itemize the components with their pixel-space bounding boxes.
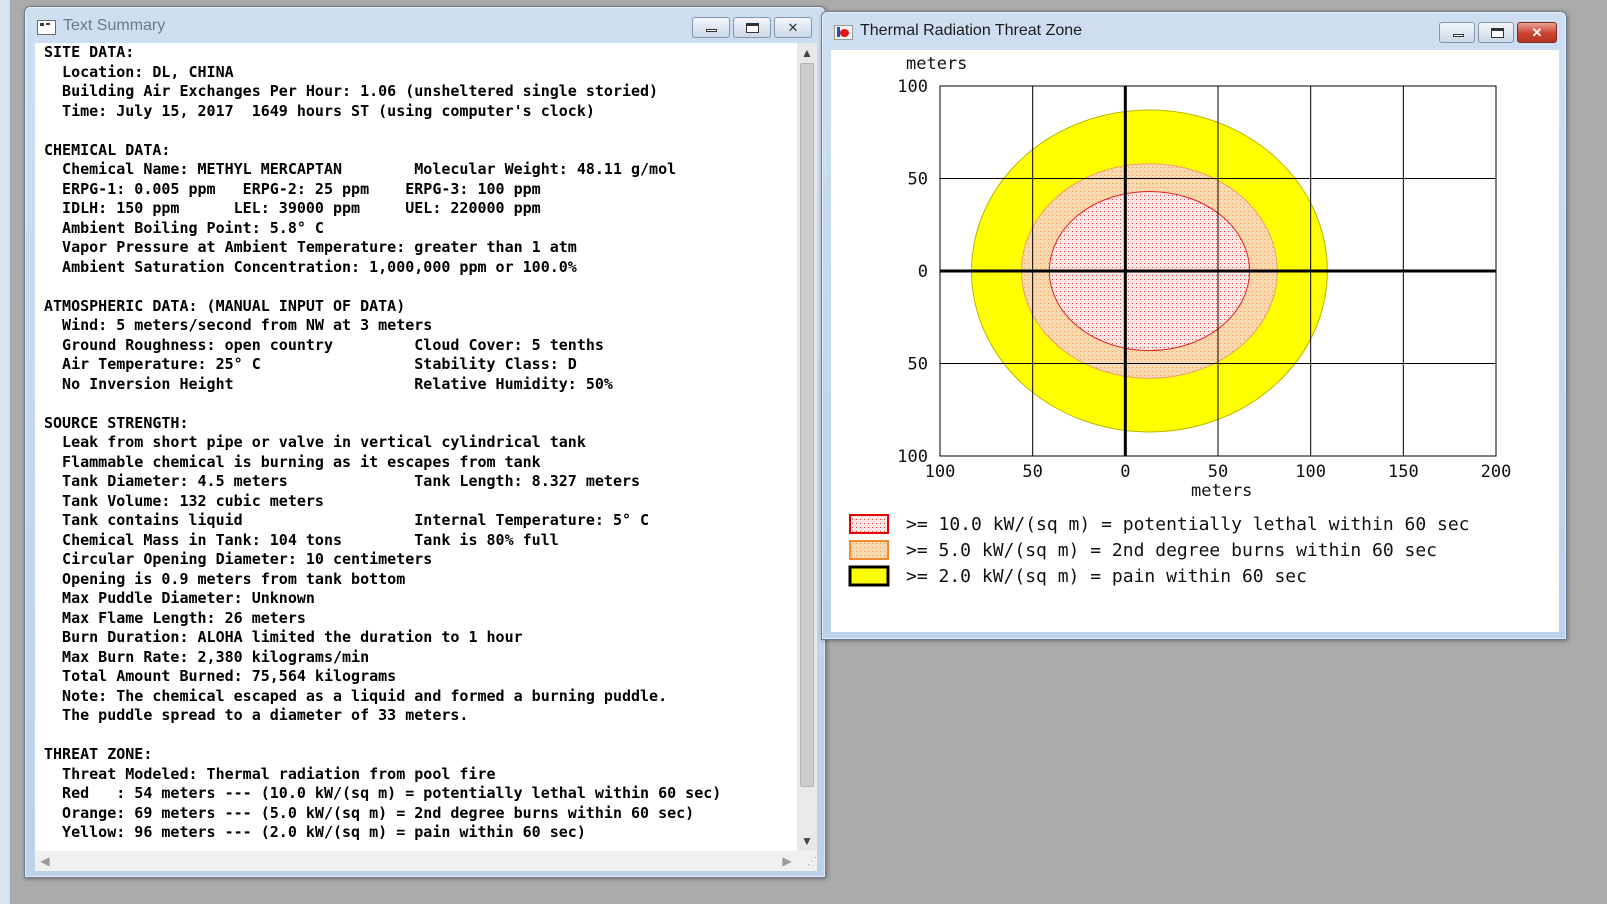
x-tick-label: 100 — [925, 462, 956, 482]
close-button[interactable]: ✕ — [1517, 22, 1557, 43]
x-axis-label: meters — [1191, 481, 1252, 501]
summary-line: ATMOSPHERIC DATA: (MANUAL INPUT OF DATA) — [44, 296, 406, 315]
summary-line: Total Amount Burned: 75,564 kilograms — [44, 667, 397, 685]
legend-label: >= 10.0 kW/(sq m) = potentially lethal w… — [906, 514, 1470, 535]
summary-line: Red : 54 meters --- (10.0 kW/(sq m) = po… — [44, 784, 722, 802]
vertical-scrollbar[interactable]: ▲ ▼ — [797, 43, 817, 851]
text-summary-window[interactable]: Text Summary ✕ SITE DATA: Location: DL, … — [24, 6, 826, 878]
summary-line: Circular Opening Diameter: 10 centimeter… — [44, 550, 433, 568]
threat-zone-titlebar[interactable]: Thermal Radiation Threat Zone ✕ — [822, 12, 1566, 50]
summary-line: Chemical Name: METHYL MERCAPTAN Molecula… — [44, 160, 677, 178]
summary-line: Yellow: 96 meters --- (2.0 kW/(sq m) = p… — [44, 823, 586, 841]
legend-swatch — [849, 540, 889, 560]
x-tick-label: 150 — [1388, 462, 1419, 482]
summary-line: Chemical Mass in Tank: 104 tons Tank is … — [44, 530, 559, 549]
threat-zone-chart: 100 50 0 50 100 150 200 100 50 0 50 100 meters mete… — [848, 54, 1512, 587]
summary-line: IDLH: 150 ppm LEL: 39000 ppm UEL: 220000… — [44, 199, 541, 217]
maximize-icon — [1491, 28, 1504, 38]
summary-line: Orange: 69 meters --- (5.0 kW/(sq m) = 2… — [44, 803, 695, 822]
summary-line: Ambient Boiling Point: 5.8° C — [44, 218, 324, 237]
summary-line: Tank Diameter: 4.5 meters Tank Length: 8… — [44, 472, 641, 490]
scroll-left-icon[interactable]: ◀ — [35, 851, 55, 871]
y-tick-label: 100 — [897, 447, 928, 467]
text-summary-titlebar[interactable]: Text Summary ✕ — [25, 7, 825, 45]
scroll-right-icon[interactable]: ▶ — [777, 851, 797, 871]
horizontal-scrollbar[interactable]: ◀ ▶ — [35, 851, 797, 871]
summary-line: Tank contains liquid Internal Temperatur… — [44, 511, 650, 529]
window-title: Thermal Radiation Threat Zone — [860, 22, 1083, 39]
summary-line: Building Air Exchanges Per Hour: 1.06 (u… — [44, 82, 659, 100]
legend-label: >= 5.0 kW/(sq m) = 2nd degree burns with… — [906, 540, 1437, 561]
summary-line: Note: The chemical escaped as a liquid a… — [44, 686, 668, 705]
text-summary-client: SITE DATA: Location: DL, CHINA Building … — [35, 43, 817, 871]
summary-line: Vapor Pressure at Ambient Temperature: g… — [44, 238, 577, 256]
summary-line: Wind: 5 meters/second from NW at 3 meter… — [44, 316, 433, 334]
summary-line: Max Burn Rate: 2,380 kilograms/min — [44, 647, 370, 666]
background-window-edge — [0, 0, 14, 904]
minimize-button[interactable] — [692, 17, 730, 38]
y-axis-label: meters — [906, 54, 967, 74]
close-icon: ✕ — [787, 20, 799, 35]
legend-swatch — [849, 514, 889, 534]
summary-line: SOURCE STRENGTH: — [44, 413, 189, 432]
summary-line: Threat Modeled: Thermal radiation from p… — [44, 764, 496, 783]
summary-line: Ambient Saturation Concentration: 1,000,… — [44, 257, 577, 276]
y-tick-label: 0 — [918, 262, 928, 282]
thermometer-flame-icon — [834, 25, 853, 40]
window-title: Text Summary — [63, 17, 166, 34]
x-tick-label: 50 — [1022, 462, 1042, 482]
summary-line — [44, 394, 797, 414]
x-tick-label: 200 — [1481, 462, 1512, 482]
summary-line: SITE DATA: — [44, 43, 135, 61]
summary-line: Opening is 0.9 meters from tank bottom — [44, 569, 406, 588]
minimize-button[interactable] — [1439, 22, 1475, 43]
scroll-up-icon[interactable]: ▲ — [797, 43, 817, 63]
summary-line: ERPG-1: 0.005 ppm ERPG-2: 25 ppm ERPG-3:… — [44, 179, 541, 198]
legend-label: >= 2.0 kW/(sq m) = pain within 60 sec — [906, 566, 1307, 587]
summary-line — [44, 726, 797, 746]
summary-line: Leak from short pipe or valve in vertica… — [44, 433, 586, 451]
maximize-button[interactable] — [733, 17, 771, 38]
summary-line: Location: DL, CHINA — [44, 62, 234, 81]
x-tick-label: 100 — [1295, 462, 1326, 482]
summary-line: Flammable chemical is burning as it esca… — [44, 452, 541, 471]
summary-line: Tank Volume: 132 cubic meters — [44, 491, 324, 510]
y-tick-label: 50 — [908, 355, 928, 375]
y-tick-label: 100 — [897, 77, 928, 97]
scroll-thumb[interactable] — [800, 63, 814, 787]
summary-text-area[interactable]: SITE DATA: Location: DL, CHINA Building … — [35, 43, 797, 851]
summary-line: Time: July 15, 2017 1649 hours ST (using… — [44, 101, 595, 120]
summary-line: The puddle spread to a diameter of 33 me… — [44, 706, 469, 724]
close-button[interactable]: ✕ — [774, 17, 812, 38]
close-icon: ✕ — [1531, 25, 1543, 40]
legend-swatch — [848, 565, 890, 587]
summary-line: Max Flame Length: 26 meters — [44, 608, 306, 627]
summary-line: Air Temperature: 25° C Stability Class: … — [44, 355, 577, 373]
scroll-down-icon[interactable]: ▼ — [797, 831, 817, 851]
summary-line: Burn Duration: ALOHA limited the duratio… — [44, 628, 523, 646]
summary-line — [44, 277, 797, 297]
document-icon — [37, 20, 56, 35]
summary-line: THREAT ZONE: — [44, 745, 153, 763]
summary-line: No Inversion Height Relative Humidity: 5… — [44, 374, 613, 393]
summary-line: Ground Roughness: open country Cloud Cov… — [44, 335, 604, 354]
maximize-button[interactable] — [1478, 22, 1514, 43]
x-tick-label: 50 — [1208, 462, 1228, 482]
minimize-icon — [1453, 34, 1464, 37]
y-tick-label: 50 — [908, 170, 928, 190]
summary-line — [44, 121, 797, 141]
threat-zone-client: 100 50 0 50 100 150 200 100 50 0 50 100 meters mete… — [831, 50, 1559, 632]
summary-text: SITE DATA: Location: DL, CHINA Building … — [35, 43, 797, 843]
maximize-icon — [746, 23, 759, 33]
x-tick-label: 0 — [1120, 462, 1130, 482]
summary-line: CHEMICAL DATA: — [44, 140, 171, 159]
summary-line: Max Puddle Diameter: Unknown — [44, 589, 315, 607]
minimize-icon — [706, 29, 717, 32]
resize-grip-icon[interactable]: ⋰ — [797, 851, 817, 871]
threat-zone-window[interactable]: Thermal Radiation Threat Zone ✕ 100 50 0 50… — [821, 11, 1567, 640]
